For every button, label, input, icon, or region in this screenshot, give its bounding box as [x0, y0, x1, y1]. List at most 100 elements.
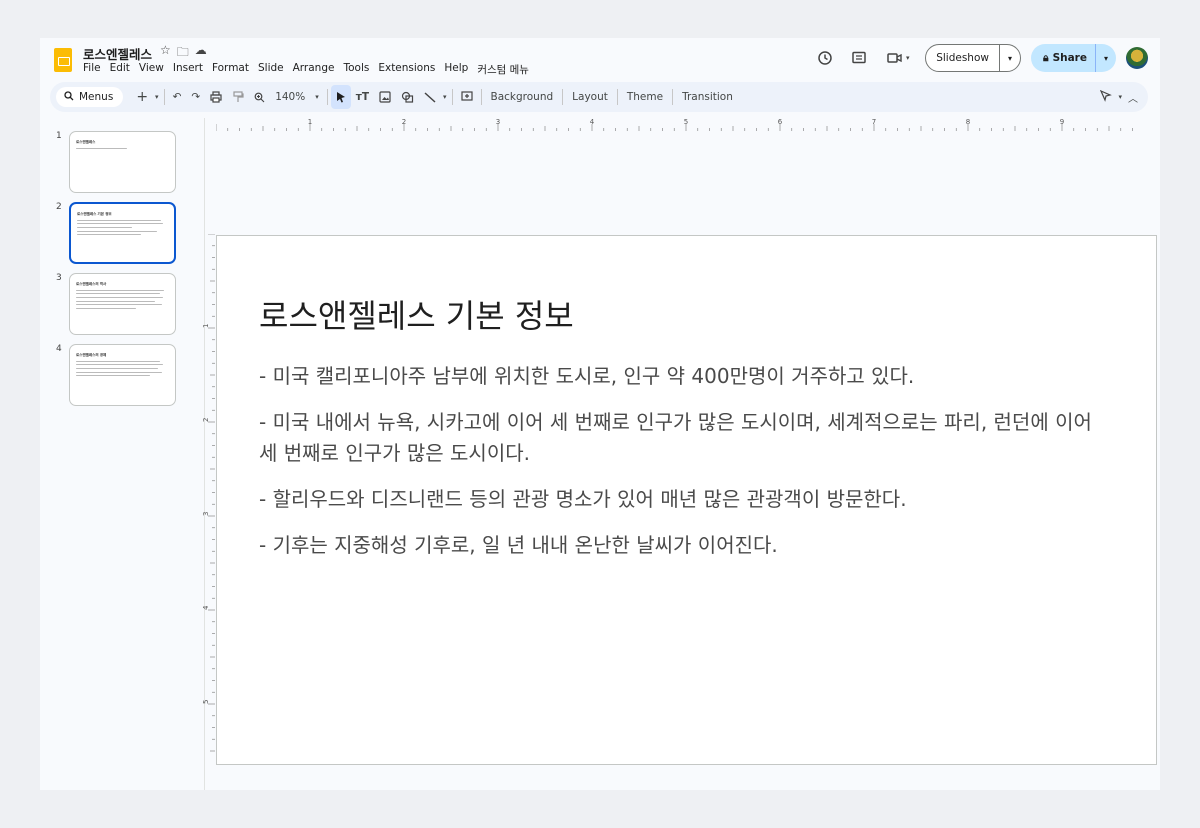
thumbnail-line — [76, 360, 160, 362]
horizontal-ruler[interactable]: 1 2 3 4 5 6 7 8 9 — [216, 118, 1148, 132]
menu-custom[interactable]: 커스텀 메뉴 — [477, 62, 529, 77]
pen-mode-icon[interactable] — [1100, 89, 1113, 105]
new-slide-dropdown-icon[interactable]: ▾ — [153, 85, 161, 109]
star-icon[interactable]: ☆ — [160, 43, 171, 64]
share-button[interactable]: 🔒︎ Share ▾ — [1030, 44, 1116, 72]
ruler-label: 5 — [202, 700, 210, 704]
menu-bar: File Edit View Insert Format Slide Arran… — [83, 62, 529, 77]
ruler-label: 3 — [496, 118, 500, 126]
thumbnail-line — [77, 226, 132, 229]
slide-title[interactable]: 로스앤젤레스 기본 정보 — [259, 291, 574, 337]
share-dropdown-icon[interactable]: ▾ — [1096, 54, 1116, 63]
ruler-label: 4 — [590, 118, 595, 126]
menu-view[interactable]: View — [139, 62, 164, 77]
background-button[interactable]: Background — [485, 85, 560, 109]
menu-arrange[interactable]: Arrange — [293, 62, 335, 77]
ruler-label: 8 — [966, 118, 970, 126]
pen-mode-dropdown-icon[interactable]: ▾ — [1118, 93, 1122, 101]
menu-extensions[interactable]: Extensions — [378, 62, 435, 77]
search-icon — [64, 90, 74, 104]
ruler-label: 2 — [402, 118, 406, 126]
slide-bullet: - 미국 캘리포니아주 남부에 위치한 도시로, 인구 약 400만명이 거주하… — [259, 364, 915, 388]
ruler-label: 9 — [1060, 118, 1064, 126]
slide-thumbnail[interactable]: 로스엔젤레스 — [69, 131, 176, 193]
thumbnail-line — [76, 364, 164, 366]
text-box-icon[interactable]: ᴛT — [351, 85, 374, 109]
lock-icon: 🔒︎ — [1042, 52, 1049, 64]
insert-image-icon[interactable] — [374, 85, 396, 109]
menu-format[interactable]: Format — [212, 62, 249, 77]
slide-bullet: - 기후는 지중해성 기후로, 일 년 내내 온난한 날씨가 이어진다. — [259, 533, 778, 557]
menu-help[interactable]: Help — [444, 62, 468, 77]
thumbnail-line — [76, 367, 158, 370]
version-history-icon[interactable] — [813, 46, 837, 70]
line-icon[interactable] — [419, 85, 441, 109]
thumbnail-line — [77, 223, 164, 225]
new-slide-icon[interactable]: + — [131, 85, 153, 109]
redo-icon[interactable]: ↷ — [186, 85, 205, 109]
menus-search[interactable]: Menus — [56, 87, 124, 107]
thumbnail-line — [76, 371, 163, 373]
paint-format-icon[interactable] — [227, 85, 249, 109]
slide-bullet: - 할리우드와 디즈니랜드 등의 관광 명소가 있어 매년 많은 관광객이 방문… — [259, 487, 907, 511]
menu-tools[interactable]: Tools — [343, 62, 369, 77]
toolbar-divider — [562, 89, 564, 105]
slides-logo-icon[interactable] — [54, 48, 72, 72]
toolbar-divider — [451, 89, 453, 105]
thumbnail-title: 로스앤젤레스의 경제 — [76, 353, 107, 357]
select-pointer-icon[interactable] — [330, 85, 351, 109]
toolbar-divider — [326, 89, 328, 105]
thumbnail-line — [77, 219, 161, 221]
slide-thumbnail[interactable]: 로스앤젤레스의 역사 — [69, 273, 176, 335]
undo-icon[interactable]: ↶ — [168, 85, 187, 109]
menu-edit[interactable]: Edit — [110, 62, 130, 77]
slideshow-button[interactable]: Slideshow ▾ — [925, 44, 1021, 72]
thumbnail-line — [77, 230, 158, 232]
slide-thumbnail-active[interactable]: 로스앤젤레스 기본 정보 — [69, 202, 176, 264]
comments-icon[interactable] — [847, 46, 871, 70]
print-icon[interactable] — [205, 85, 227, 109]
vertical-ruler[interactable]: 1 2 3 4 5 — [202, 234, 216, 764]
slideshow-dropdown-icon[interactable]: ▾ — [1000, 54, 1020, 63]
slideshow-label[interactable]: Slideshow — [926, 45, 1000, 71]
toolbar-right: ▾ ︿ — [1100, 85, 1138, 109]
ruler-label: 1 — [202, 324, 210, 328]
thumbnail-title: 로스앤젤레스의 역사 — [76, 282, 107, 286]
document-title[interactable]: 로스엔젤레스 — [83, 44, 152, 63]
slide-number: 4 — [56, 344, 62, 354]
slide-bullet: - 미국 내에서 뉴욕, 시카고에 이어 세 번째로 인구가 많은 도시이며, … — [259, 410, 1092, 465]
thumbnail-line — [77, 234, 141, 236]
cloud-status-icon[interactable]: ☁ — [195, 43, 207, 64]
shape-icon[interactable] — [396, 85, 419, 109]
menu-file[interactable]: File — [83, 62, 101, 77]
move-folder-icon[interactable]: 🗀 — [177, 43, 189, 64]
comment-add-icon[interactable] — [456, 85, 478, 109]
thumbnail-title: 로스앤젤레스 기본 정보 — [77, 212, 112, 216]
theme-button[interactable]: Theme — [621, 85, 669, 109]
menu-slide[interactable]: Slide — [258, 62, 284, 77]
thumbnail-line — [76, 296, 164, 299]
line-dropdown-icon[interactable]: ▾ — [441, 85, 449, 109]
slide-number: 2 — [56, 202, 62, 212]
thumbnail-line — [76, 147, 128, 149]
slide-number: 3 — [56, 273, 62, 283]
menu-insert[interactable]: Insert — [173, 62, 203, 77]
thumbnail-line — [76, 307, 137, 310]
share-label-wrap[interactable]: 🔒︎ Share — [1031, 44, 1096, 72]
ruler-label: 3 — [202, 512, 210, 516]
slide-thumbnail[interactable]: 로스앤젤레스의 경제 — [69, 344, 176, 406]
toolbar-divider — [163, 89, 165, 105]
transition-button[interactable]: Transition — [676, 85, 739, 109]
collapse-toolbar-icon[interactable]: ︿ — [1128, 90, 1138, 105]
layout-button[interactable]: Layout — [566, 85, 614, 109]
ruler-label: 7 — [872, 118, 876, 126]
user-avatar[interactable] — [1126, 47, 1148, 69]
thumbnail-line — [76, 300, 156, 302]
meet-call-icon[interactable]: ▾ — [881, 46, 915, 70]
menus-label: Menus — [79, 91, 114, 103]
zoom-select[interactable]: 140% ▾ — [270, 85, 324, 109]
slide-body[interactable]: - 미국 캘리포니아주 남부에 위치한 도시로, 인구 약 400만명이 거주하… — [259, 361, 1109, 576]
zoom-icon[interactable] — [249, 85, 270, 109]
slide-canvas[interactable]: 로스앤젤레스 기본 정보 - 미국 캘리포니아주 남부에 위치한 도시로, 인구… — [216, 235, 1157, 765]
header-actions: ▾ Slideshow ▾ 🔒︎ Share ▾ — [813, 44, 1148, 72]
